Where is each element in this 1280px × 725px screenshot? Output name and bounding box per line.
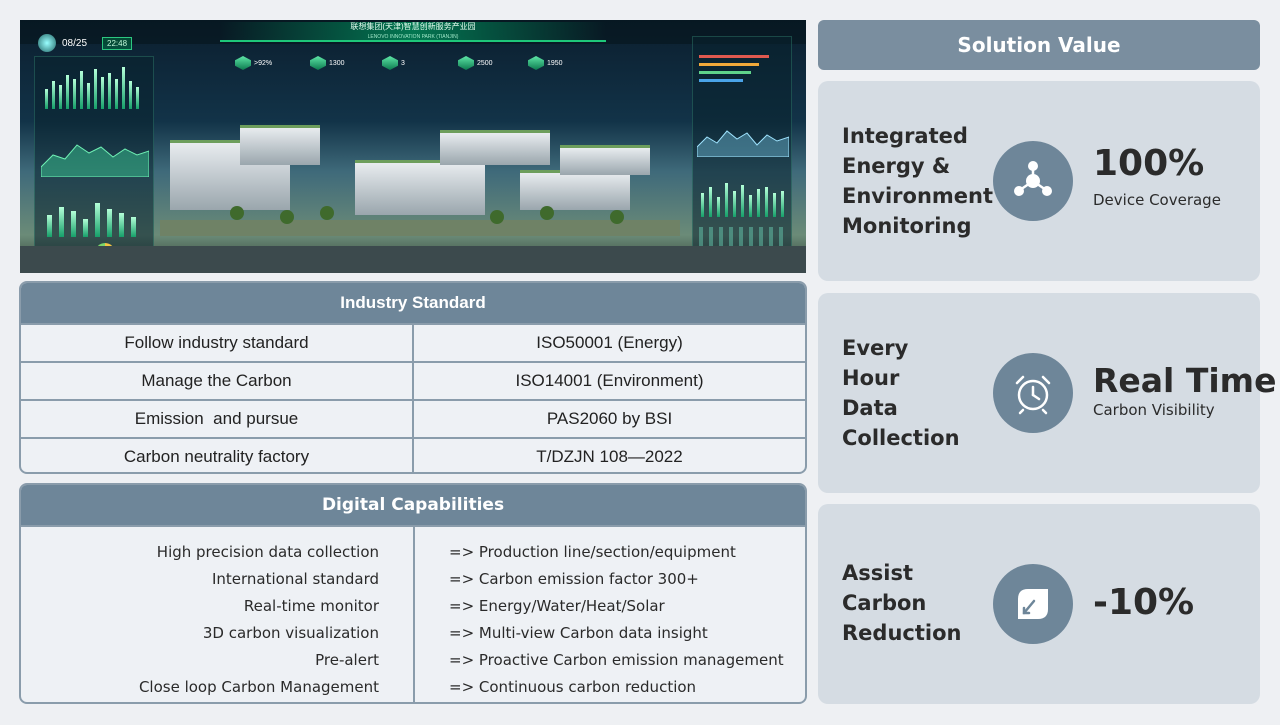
mini-area-chart [697, 130, 789, 157]
kpi-item: 2500 [458, 56, 493, 70]
capability-detail: => Production line/section/equipment [449, 543, 736, 561]
capability-item: High precision data collection [156, 543, 379, 561]
metric-value: 100% [1093, 143, 1205, 184]
capability-item: Pre-alert [315, 651, 379, 669]
mini-bar-chart [41, 65, 149, 109]
dashboard-time: 22:48 [102, 37, 133, 50]
metric-caption: Carbon Visibility [1093, 401, 1215, 419]
kpi-value: 1300 [329, 59, 345, 67]
building [560, 145, 650, 175]
road [20, 246, 806, 273]
title-line: Energy & [842, 154, 951, 178]
building [355, 160, 485, 215]
kpi-value: 2500 [477, 59, 493, 67]
capability-column: High precision data collection Internati… [21, 527, 415, 702]
table-cell-standard: T/DZJN 108—2022 [536, 447, 683, 466]
value-card-data-collection: Every Hour Data Collection Real Time Car… [818, 293, 1276, 493]
kpi-item: >92% [235, 56, 272, 70]
kpi-icon [310, 56, 326, 70]
dashboard-date: 08/25 [62, 38, 88, 49]
kpi-value: 1950 [547, 59, 563, 67]
table-cell-standard: ISO14001 (Environment) [515, 371, 704, 390]
table-cell-purpose: Follow industry standard [21, 325, 414, 361]
digital-capabilities-body: High precision data collection Internati… [21, 525, 805, 702]
title-line: Hour [842, 366, 900, 390]
kpi-item: 3 [382, 56, 405, 70]
leaf-down-icon [993, 564, 1073, 644]
mini-bar-chart [699, 177, 787, 217]
value-card-monitoring: Integrated Energy & Environment Monitori… [818, 81, 1260, 281]
capability-detail: => Carbon emission factor 300+ [449, 570, 699, 588]
capability-item: International standard [211, 570, 379, 588]
table-cell-purpose: Emission and pursue [21, 401, 414, 437]
table-row: Follow industry standard ISO50001 (Energ… [21, 323, 805, 361]
dashboard-image: 08/25 22:48 联想集团(天津)智慧创新服务产业园 LENOVO INN… [20, 20, 806, 273]
title-line: Every [842, 336, 909, 360]
digital-capabilities-table: Digital Capabilities High precision data… [19, 483, 807, 704]
kpi-icon [382, 56, 398, 70]
tree [230, 206, 244, 220]
dashboard-left-panel [34, 56, 154, 268]
metric-value: -10% [1093, 582, 1195, 623]
kpi-item: 1950 [528, 56, 563, 70]
building [240, 125, 320, 165]
title-line: Monitoring [842, 214, 972, 238]
alarm-clock-icon [993, 353, 1073, 433]
kpi-value: >92% [254, 59, 273, 67]
title-line: Collection [842, 426, 960, 450]
table-cell-purpose: Carbon neutrality factory [21, 439, 414, 472]
kpi-icon [528, 56, 544, 70]
capability-item: Real-time monitor [243, 597, 379, 615]
value-card-title: Every Hour Data Collection [842, 333, 960, 453]
industry-standard-title: Industry Standard [21, 283, 805, 323]
building [520, 170, 630, 210]
kpi-value: 3 [401, 59, 405, 67]
table-row: Manage the Carbon ISO14001 (Environment) [21, 361, 805, 399]
tree [610, 210, 624, 224]
dashboard-right-panel [692, 36, 792, 268]
kpi-item: 1300 [310, 56, 345, 70]
value-card-title: Assist Carbon Reduction [842, 558, 961, 648]
value-card-title: Integrated Energy & Environment Monitori… [842, 121, 993, 241]
value-card-reduction: Assist Carbon Reduction -10% [818, 504, 1260, 704]
capability-item: 3D carbon visualization [202, 624, 379, 642]
dashboard-title-text: 联想集团(天津)智慧创新服务产业园 [350, 22, 476, 31]
building [440, 130, 550, 165]
capability-detail: => Multi-view Carbon data insight [449, 624, 708, 642]
table-cell-standard: PAS2060 by BSI [546, 409, 673, 428]
mini-bar-chart [41, 197, 149, 237]
title-line: Assist [842, 561, 913, 585]
kpi-icon [235, 56, 251, 70]
industry-standard-table: Industry Standard Follow industry standa… [19, 281, 807, 474]
tree [540, 206, 554, 220]
capability-item: Close loop Carbon Management [138, 678, 379, 696]
title-line: Data [842, 396, 898, 420]
title-line: Integrated [842, 124, 968, 148]
table-row: Emission and pursue PAS2060 by BSI [21, 399, 805, 437]
dashboard-title: 联想集团(天津)智慧创新服务产业园 LENOVO INNOVATION PARK… [220, 22, 606, 42]
title-line: Environment [842, 184, 994, 208]
table-row: Carbon neutrality factory T/DZJN 108—202… [21, 437, 805, 472]
park-logo-icon [38, 34, 56, 52]
tree [490, 210, 504, 224]
table-cell-standard: ISO50001 (Energy) [536, 333, 683, 352]
metric-caption: Device Coverage [1093, 191, 1221, 209]
capability-detail-column: => Production line/section/equipment => … [415, 527, 805, 702]
table-cell-purpose: Manage the Carbon [21, 363, 414, 399]
metric-value: Real Time [1093, 361, 1277, 400]
capability-detail: => Continuous carbon reduction [449, 678, 697, 696]
title-line: Reduction [842, 621, 962, 645]
tree [280, 210, 294, 224]
capability-detail: => Proactive Carbon emission management [449, 651, 784, 669]
capability-detail: => Energy/Water/Heat/Solar [449, 597, 665, 615]
digital-capabilities-title: Digital Capabilities [21, 485, 805, 525]
title-line: Carbon [842, 591, 927, 615]
network-nodes-icon [993, 141, 1073, 221]
tree [320, 206, 334, 220]
mini-area-chart [41, 144, 149, 177]
lawn [160, 220, 680, 236]
solution-value-title: Solution Value [818, 20, 1260, 70]
kpi-icon [458, 56, 474, 70]
dashboard-subtitle: LENOVO INNOVATION PARK (TIANJIN) [367, 34, 459, 40]
